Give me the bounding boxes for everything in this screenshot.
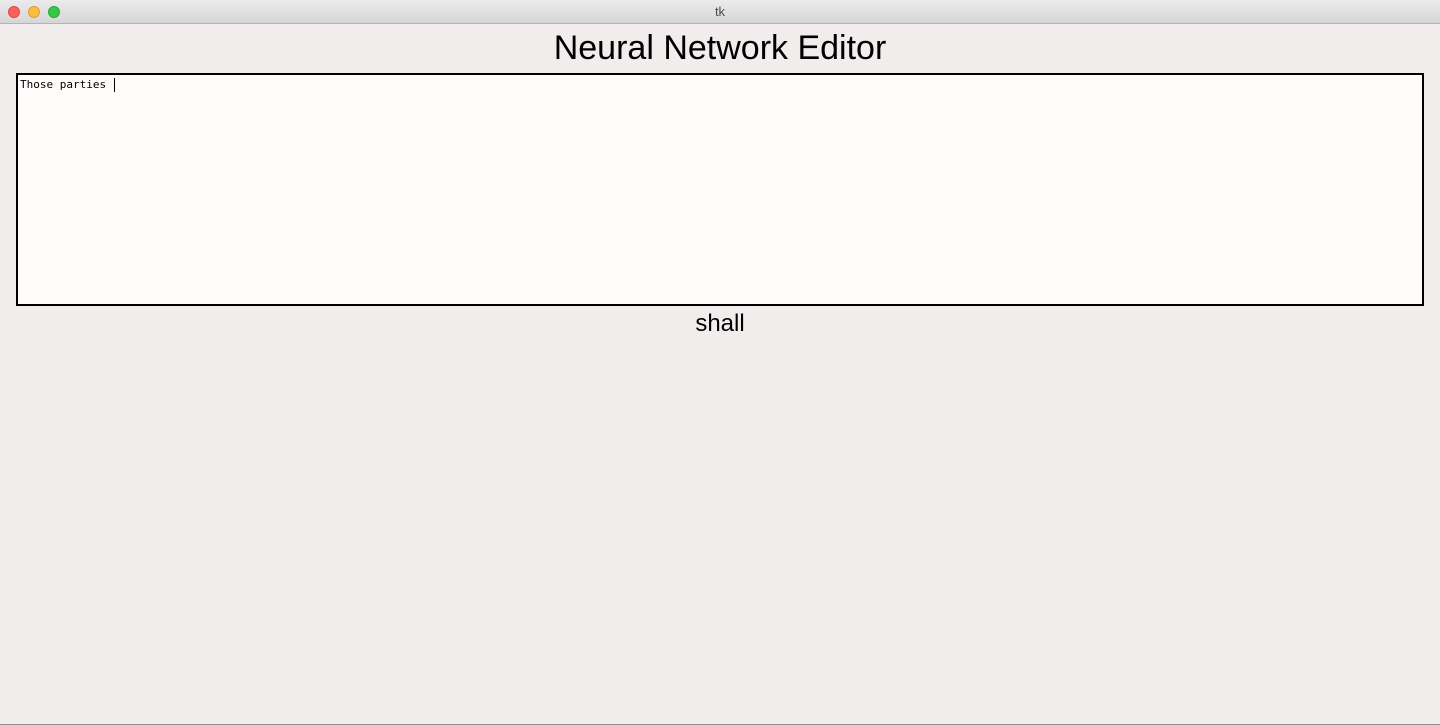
text-editor[interactable]: Those parties bbox=[16, 73, 1424, 306]
window-titlebar[interactable]: tk bbox=[0, 0, 1440, 24]
predicted-word-label: shall bbox=[695, 310, 745, 337]
app-window: tk Neural Network Editor Those parties s… bbox=[0, 0, 1440, 725]
text-cursor bbox=[113, 78, 115, 92]
page-title: Neural Network Editor bbox=[553, 29, 887, 67]
window-title: tk bbox=[714, 4, 726, 19]
editor-text: Those parties bbox=[20, 78, 113, 91]
